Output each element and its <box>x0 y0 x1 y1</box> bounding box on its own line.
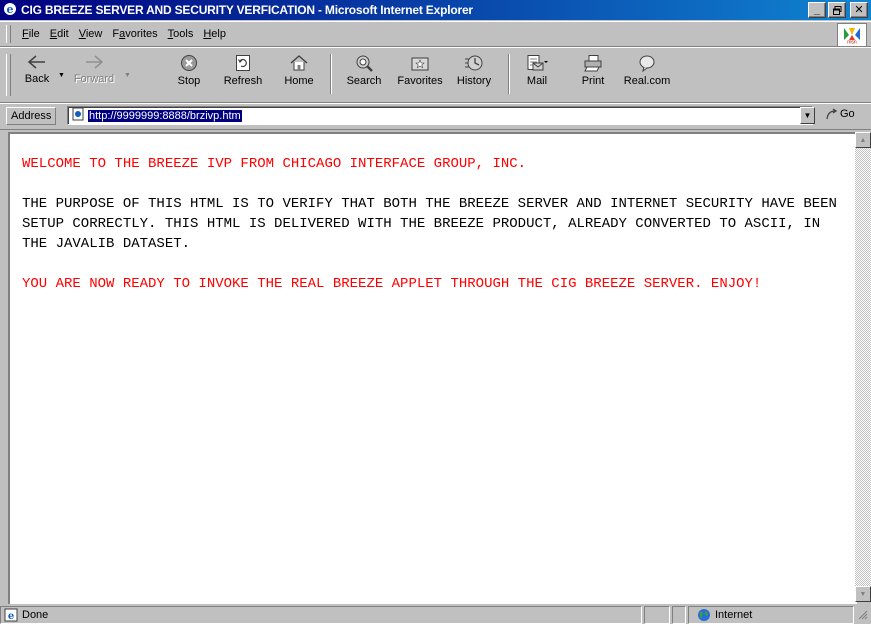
printer-icon <box>584 55 602 72</box>
back-label: Back <box>24 73 50 85</box>
minimize-button[interactable]: _ <box>808 2 826 18</box>
stop-label: Stop <box>177 75 201 87</box>
history-icon <box>465 55 483 71</box>
title-bar[interactable]: e CIG BREEZE SERVER AND SECURITY VERFICA… <box>0 0 871 20</box>
close-button[interactable]: ✕ <box>850 2 868 18</box>
forward-dropdown-icon[interactable]: ▼ <box>124 72 131 79</box>
globe-icon <box>697 608 711 622</box>
favorites-button[interactable]: Favorites <box>392 50 448 98</box>
toolbar-separator <box>330 54 332 94</box>
security-zone[interactable]: Internet <box>688 606 854 624</box>
vertical-scrollbar[interactable]: ▲ ▼ <box>855 132 871 602</box>
refresh-icon <box>236 55 250 71</box>
status-pane: e Done <box>0 606 642 624</box>
menu-view[interactable]: View <box>74 28 108 40</box>
realcom-icon <box>639 55 655 72</box>
scroll-up-button[interactable]: ▲ <box>855 132 871 148</box>
toolbar-grip[interactable] <box>6 54 11 96</box>
print-label: Print <box>581 75 605 87</box>
menu-tools[interactable]: Tools <box>163 28 199 40</box>
forward-label: Forward <box>73 73 115 85</box>
stop-button[interactable]: Stop <box>172 50 206 98</box>
purpose-paragraph: THE PURPOSE OF THIS HTML IS TO VERIFY TH… <box>22 196 837 252</box>
go-button[interactable]: Go <box>826 108 855 120</box>
address-input[interactable]: http://9999999:8888/brzivp.htm <box>67 106 813 125</box>
welcome-heading: WELCOME TO THE BREEZE IVP FROM CHICAGO I… <box>22 156 527 172</box>
menu-bar: File Edit View Favorites Tools Help <box>0 21 871 47</box>
restore-icon <box>832 5 841 15</box>
scroll-down-button[interactable]: ▼ <box>855 586 871 602</box>
forward-button[interactable]: Forward <box>70 50 118 98</box>
status-pane-progress <box>644 606 670 624</box>
home-icon <box>290 55 308 71</box>
history-button[interactable]: History <box>454 50 494 98</box>
menu-help[interactable]: Help <box>198 28 231 40</box>
stop-icon <box>181 55 197 71</box>
address-url[interactable]: http://9999999:8888/brzivp.htm <box>88 109 242 122</box>
window-title: CIG BREEZE SERVER AND SECURITY VERFICATI… <box>21 3 473 17</box>
page-status-icon: e <box>4 608 18 622</box>
page-body: WELCOME TO THE BREEZE IVP FROM CHICAGO I… <box>10 134 852 294</box>
back-arrow-icon <box>27 55 45 69</box>
svg-text:msn: msn <box>847 40 857 45</box>
realcom-button[interactable]: Real.com <box>622 50 672 98</box>
svg-text:e: e <box>8 611 14 622</box>
menu-favorites[interactable]: Favorites <box>107 28 162 40</box>
refresh-button[interactable]: Refresh <box>222 50 264 98</box>
toolbar-separator <box>508 54 510 94</box>
go-label: Go <box>840 108 855 120</box>
mail-button[interactable]: Mail <box>520 50 554 98</box>
ie-logo-icon: e <box>3 2 17 19</box>
home-button[interactable]: Home <box>282 50 316 98</box>
go-arrow-icon <box>826 108 838 120</box>
mail-label: Mail <box>526 75 548 87</box>
menu-file[interactable]: File <box>17 28 45 40</box>
realcom-label: Real.com <box>623 75 671 87</box>
msn-logo-icon: msn <box>837 23 867 47</box>
print-button[interactable]: Print <box>576 50 610 98</box>
page-icon <box>71 107 85 124</box>
status-pane-lock <box>672 606 686 624</box>
favorites-label: Favorites <box>397 75 443 87</box>
resize-grip-icon[interactable] <box>856 608 868 620</box>
address-bar: Address http://9999999:8888/brzivp.htm ▼… <box>0 103 871 130</box>
standard-toolbar: Back ▼ Forward ▼ Stop Refresh Home Searc… <box>0 47 871 103</box>
search-label: Search <box>346 75 382 87</box>
search-icon <box>356 55 373 72</box>
status-text: Done <box>22 609 49 621</box>
back-dropdown-icon[interactable]: ▼ <box>58 72 65 79</box>
home-label: Home <box>284 75 314 87</box>
menu-grip[interactable] <box>6 25 11 43</box>
history-label: History <box>456 75 492 87</box>
menu-edit[interactable]: Edit <box>45 28 74 40</box>
forward-arrow-icon <box>86 55 104 69</box>
ready-paragraph: YOU ARE NOW READY TO INVOKE THE REAL BRE… <box>22 276 762 292</box>
favorites-icon <box>411 57 429 71</box>
mail-icon <box>527 55 548 71</box>
address-dropdown-icon[interactable]: ▼ <box>800 107 815 124</box>
svg-text:e: e <box>7 3 14 16</box>
refresh-label: Refresh <box>223 75 263 87</box>
address-label: Address <box>6 107 57 125</box>
page-viewport[interactable]: WELCOME TO THE BREEZE IVP FROM CHICAGO I… <box>8 132 857 604</box>
maximize-button[interactable] <box>828 2 846 18</box>
status-bar: e Done Internet <box>0 604 871 624</box>
back-button[interactable]: Back <box>18 50 56 98</box>
zone-label: Internet <box>715 609 753 621</box>
search-button[interactable]: Search <box>342 50 386 98</box>
